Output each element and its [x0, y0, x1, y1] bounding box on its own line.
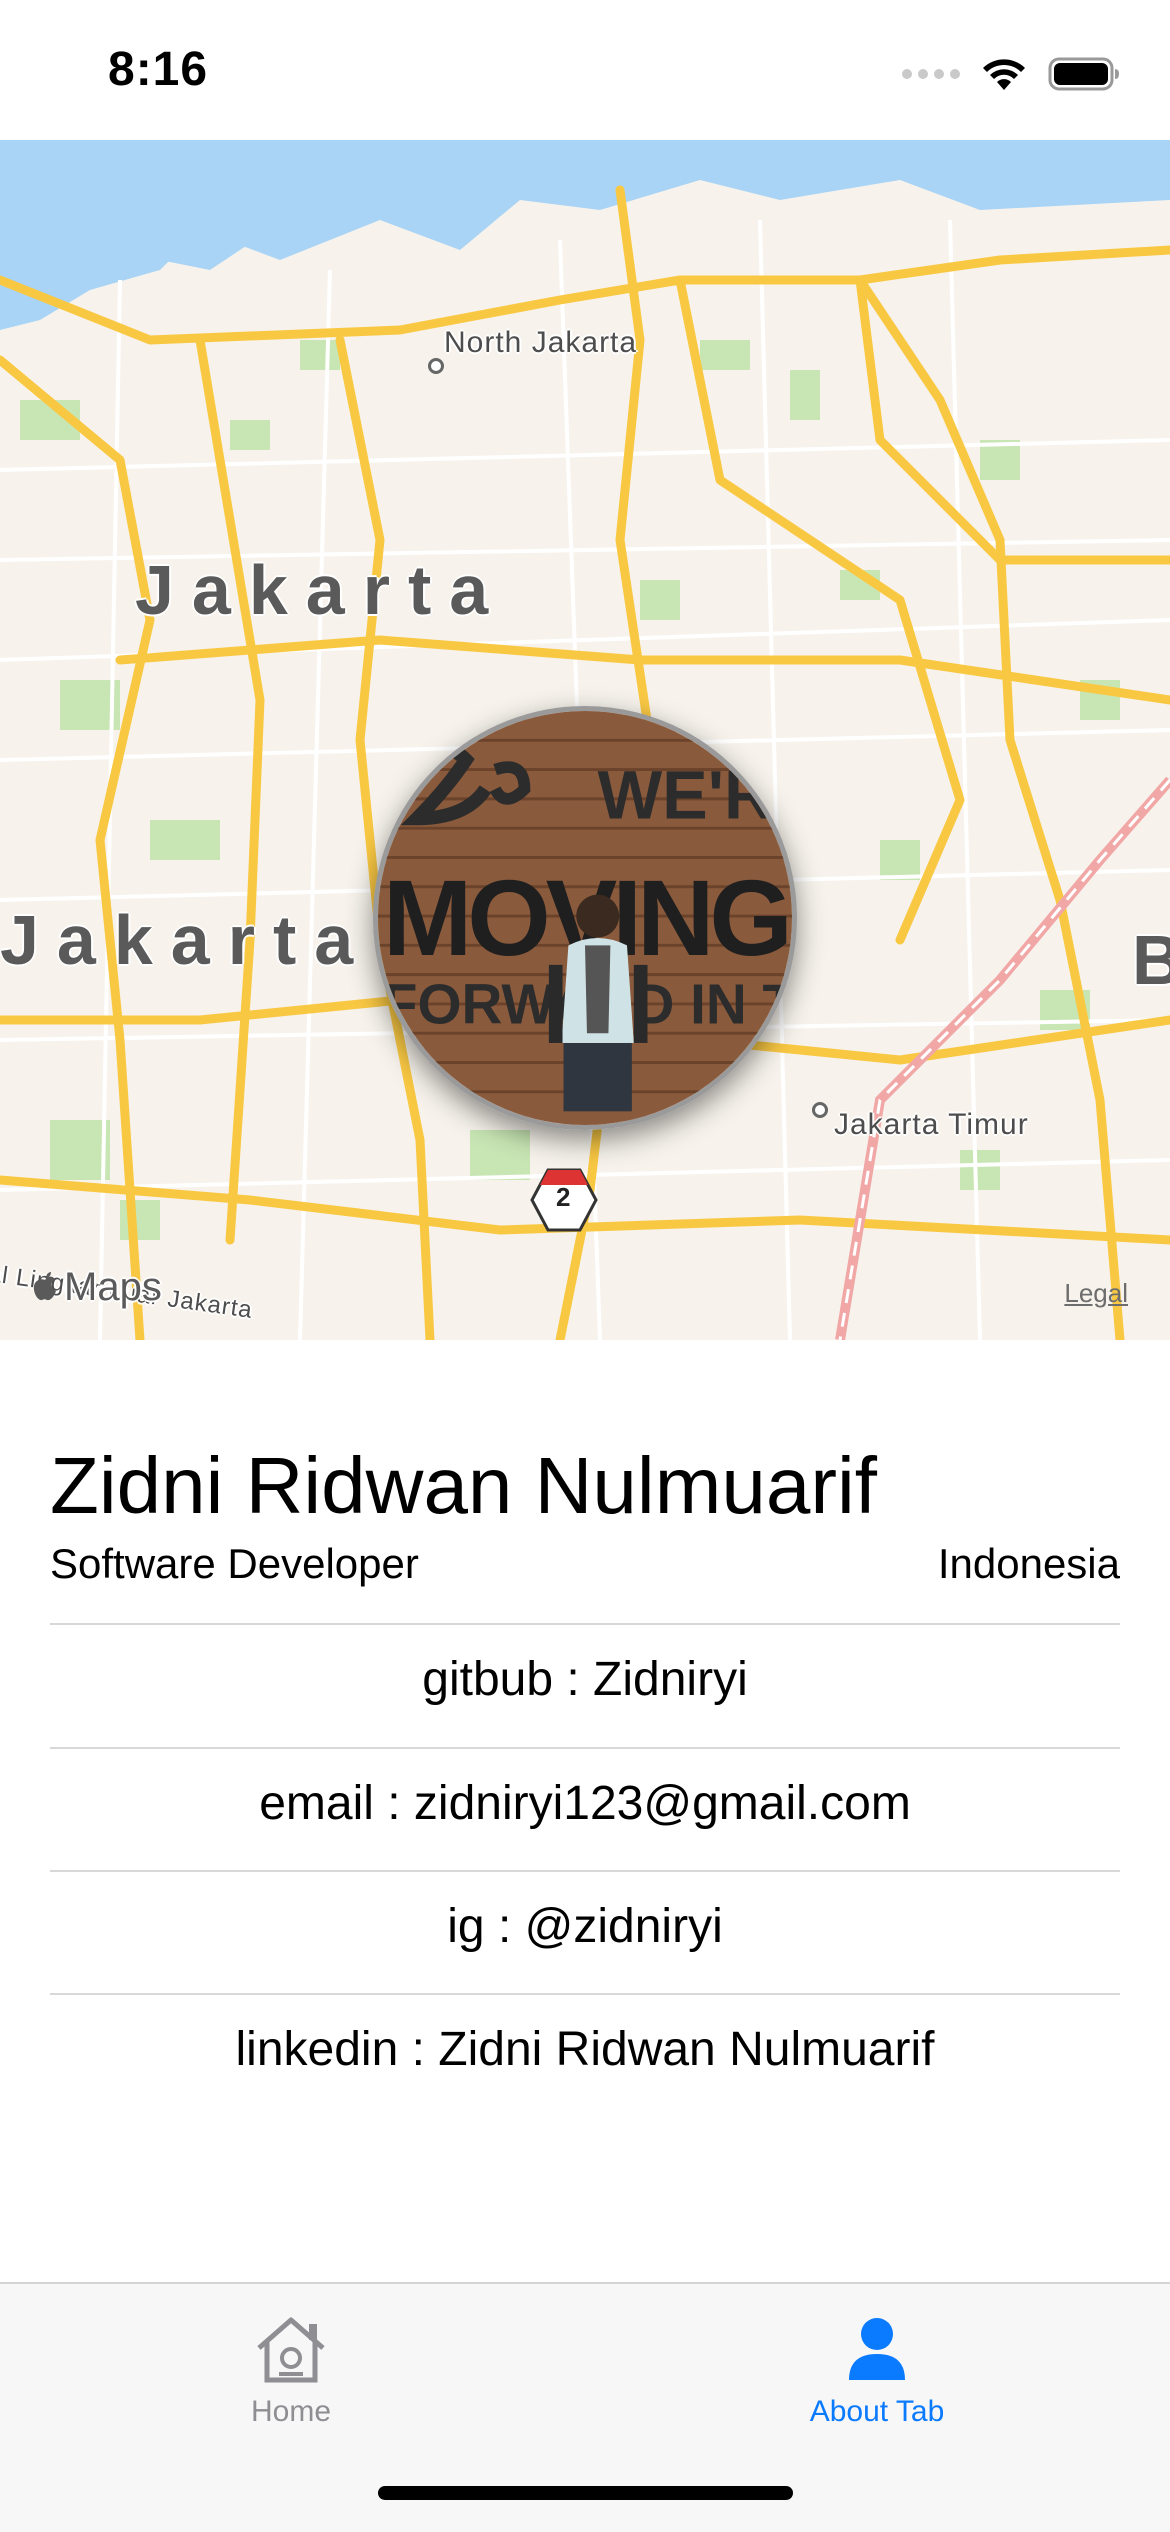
contact-linkedin[interactable]: linkedin : Zidni Ridwan Nulmuarif [50, 2022, 1120, 2077]
status-bar: 8:16 [0, 0, 1170, 140]
legal-link[interactable]: Legal [1064, 1278, 1128, 1309]
wifi-icon [983, 59, 1025, 90]
divider [50, 1993, 1120, 1995]
status-time: 8:16 [108, 43, 209, 96]
map-label-jakarta-timur: Jakarta Timur [834, 1108, 1029, 1141]
home-icon [257, 2317, 325, 2383]
divider [50, 1623, 1120, 1625]
map-label-north-jakarta: North Jakarta [444, 326, 638, 359]
map-pin-north-jakarta [428, 358, 444, 374]
map-pin-jakarta-timur [812, 1102, 828, 1118]
divider [50, 1870, 1120, 1872]
profile-name: Zidni Ridwan Nulmuarif [50, 1441, 877, 1530]
signal-icon [902, 69, 960, 79]
contact-instagram[interactable]: ig : @zidniryi [50, 1899, 1120, 1954]
route-shield-label: 2 [556, 1182, 571, 1212]
maps-logo: Maps [30, 1265, 162, 1310]
battery-icon [1048, 57, 1119, 91]
tab-about-label: About Tab [809, 2395, 945, 2428]
person-icon [849, 2318, 905, 2380]
profile-avatar[interactable]: WE'R MOVING FORWARD IN TI [373, 706, 797, 1130]
tab-home-label: Home [250, 2395, 332, 2428]
contact-email[interactable]: email : zidniryi123@gmail.com [50, 1776, 1120, 1831]
tab-home[interactable]: Home [141, 2314, 441, 2429]
map-view[interactable]: North Jakarta Jakarta Jakarta B Jakarta … [0, 140, 1170, 1340]
contact-github[interactable]: gitbub : Zidniryi [50, 1652, 1120, 1707]
map-label-edge: B [1132, 921, 1170, 999]
map-label-jakarta-west: Jakarta [0, 901, 372, 979]
status-icons [902, 54, 1120, 94]
home-indicator[interactable] [378, 2486, 793, 2500]
avatar-photo: WE'R MOVING FORWARD IN TI [378, 711, 792, 1125]
profile-country: Indonesia [937, 1540, 1120, 1587]
maps-logo-text: Maps [64, 1265, 162, 1309]
divider [50, 1747, 1120, 1749]
profile-role: Software Developer [50, 1540, 419, 1587]
map-label-jakarta: Jakarta [135, 551, 507, 629]
apple-logo-icon [33, 1271, 56, 1300]
tab-about[interactable]: About Tab [727, 2314, 1027, 2429]
